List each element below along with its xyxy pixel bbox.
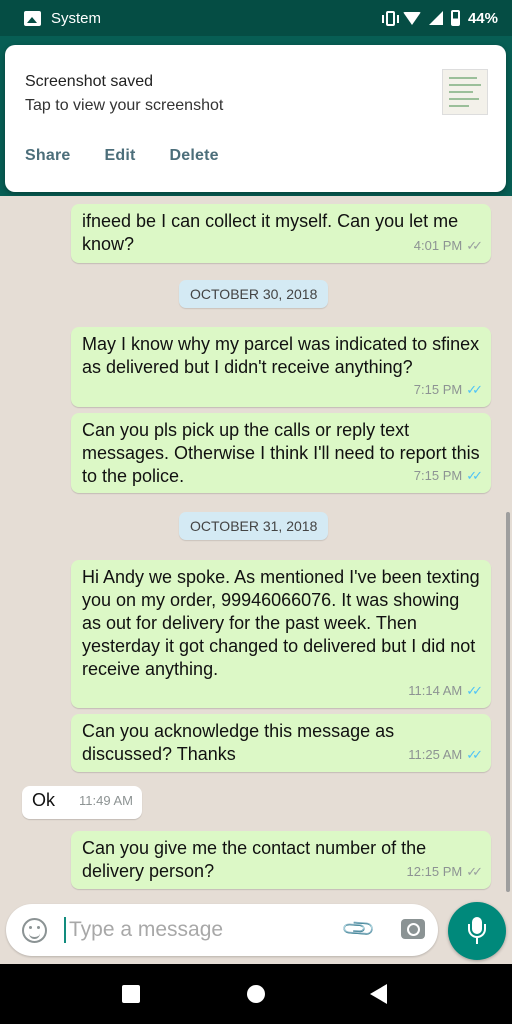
message-text: Hi Andy we spoke. As mentioned I've been… <box>82 567 480 679</box>
message-meta: 4:01 PM ✓✓ <box>413 234 483 257</box>
chat-scrollbar[interactable] <box>506 512 510 892</box>
share-button[interactable]: Share <box>25 147 70 165</box>
status-bar: System 44% <box>0 0 512 36</box>
message-bubble[interactable]: Can you acknowledge this message as disc… <box>71 714 491 772</box>
battery-percent: 44% <box>467 9 498 27</box>
message-time: 11:49 AM <box>79 793 133 808</box>
message-bubble[interactable]: Can you give me the contact number of th… <box>71 831 491 889</box>
read-ticks-icon: ✓✓ <box>466 468 483 483</box>
delivered-ticks-icon: ✓✓ <box>466 238 483 253</box>
signal-icon <box>428 11 443 25</box>
status-app-label: System <box>51 9 102 27</box>
paperclip-icon[interactable]: 📎 <box>340 910 378 948</box>
message-meta: 11:25 AM ✓✓ <box>408 743 483 766</box>
camera-icon[interactable] <box>401 919 425 939</box>
vibrate-icon <box>381 10 399 26</box>
message-input[interactable] <box>69 914 329 946</box>
message-text: Can you acknowledge this message as disc… <box>82 721 395 764</box>
message-time: 11:25 AM <box>408 747 463 762</box>
edit-button[interactable]: Edit <box>104 147 135 165</box>
notification-text: Tap to view your screenshot <box>25 97 224 114</box>
message-bubble[interactable]: May I know why my parcel was indicated t… <box>71 327 491 407</box>
date-separator: OCTOBER 30, 2018 <box>179 280 329 308</box>
wifi-icon <box>402 11 421 25</box>
message-meta: 7:15 PM ✓✓ <box>413 464 483 487</box>
message-bubble[interactable]: ifneed be I can collect it myself. Can y… <box>71 204 491 263</box>
message-text: Ok <box>32 790 56 810</box>
message-bubble[interactable]: Hi Andy we spoke. As mentioned I've been… <box>71 560 491 708</box>
message-meta: 11:49 AM <box>79 789 133 812</box>
text-cursor <box>64 917 66 943</box>
home-icon[interactable] <box>247 985 265 1003</box>
message-text: Can you give me the contact number of th… <box>82 838 427 881</box>
read-ticks-icon: ✓✓ <box>466 747 483 762</box>
recents-icon[interactable] <box>122 985 140 1003</box>
battery-icon <box>450 10 460 26</box>
microphone-icon-arc <box>468 924 486 938</box>
back-icon[interactable] <box>370 984 387 1004</box>
image-icon <box>24 10 41 26</box>
message-bubble[interactable]: Can you pls pick up the calls or reply t… <box>71 413 491 493</box>
message-meta: 12:15 PM ✓✓ <box>406 860 483 883</box>
screenshot-notification[interactable]: Screenshot saved Tap to view your screen… <box>5 45 506 192</box>
notification-actions: Share Edit Delete <box>25 147 219 165</box>
message-text: May I know why my parcel was indicated t… <box>82 334 480 377</box>
read-ticks-icon: ✓✓ <box>466 683 483 698</box>
message-bubble-incoming[interactable]: Ok 11:49 AM <box>22 786 142 819</box>
system-nav-bar <box>0 964 512 1024</box>
message-meta: 11:14 AM ✓✓ <box>408 679 483 702</box>
voice-record-button[interactable] <box>448 902 506 960</box>
chat-area[interactable]: ifneed be I can collect it myself. Can y… <box>0 196 512 898</box>
message-composer: 📎 <box>6 904 438 956</box>
message-time: 12:15 PM <box>406 864 463 879</box>
microphone-icon-stem <box>476 938 478 944</box>
message-time: 4:01 PM <box>413 238 463 253</box>
date-separator: OCTOBER 31, 2018 <box>179 512 329 540</box>
message-time: 7:15 PM <box>413 382 463 397</box>
notification-title: Screenshot saved <box>25 73 154 90</box>
delivered-ticks-icon: ✓✓ <box>466 864 483 879</box>
message-text: ifneed be I can collect it myself. Can y… <box>82 211 459 254</box>
message-time: 11:14 AM <box>408 683 463 698</box>
read-ticks-icon: ✓✓ <box>466 382 483 397</box>
screenshot-thumbnail[interactable] <box>442 69 488 115</box>
status-icons: 44% <box>381 9 498 27</box>
message-meta: 7:15 PM ✓✓ <box>413 378 483 401</box>
emoji-icon[interactable] <box>22 918 47 943</box>
delete-button[interactable]: Delete <box>170 147 219 165</box>
message-time: 7:15 PM <box>413 468 463 483</box>
